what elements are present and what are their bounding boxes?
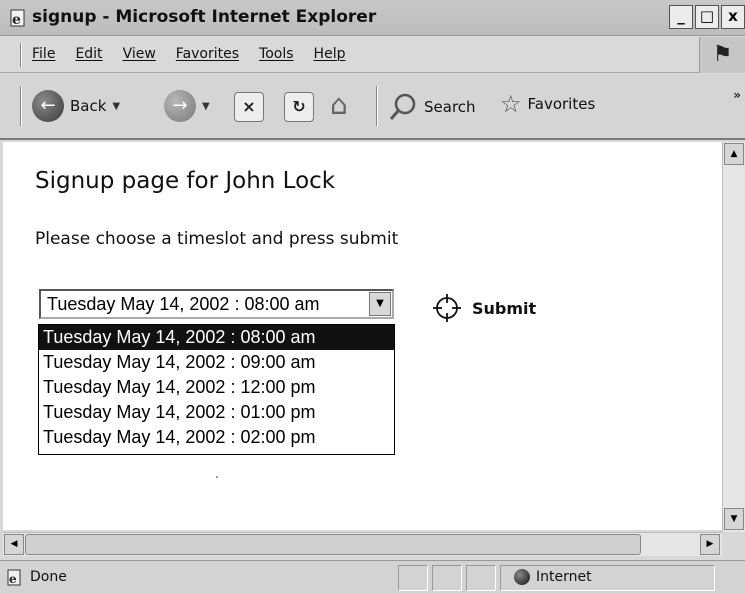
- timeslot-dropdown-list: Tuesday May 14, 2002 : 08:00 am Tuesday …: [38, 324, 395, 455]
- svg-text:e: e: [12, 12, 21, 28]
- toolbar: ← Back ▼ → ▼ × ↻ ⌂ Search ☆ Favorites »: [0, 74, 745, 140]
- page-content: Signup page for John Lock Please choose …: [3, 142, 722, 530]
- timeslot-selected-value: Tuesday May 14, 2002 : 08:00 am: [47, 294, 320, 314]
- status-text: Done: [30, 569, 67, 585]
- timeslot-select[interactable]: Tuesday May 14, 2002 : 08:00 am ▼: [39, 289, 394, 319]
- browser-window: e signup - Microsoft Internet Explorer _…: [0, 0, 745, 594]
- favorites-star-icon: ☆: [500, 90, 522, 118]
- close-button[interactable]: x: [721, 5, 745, 29]
- instructions-text: Please choose a timeslot and press submi…: [35, 229, 399, 249]
- menu-tools[interactable]: Tools: [259, 46, 294, 62]
- scroll-right-icon[interactable]: ▶: [700, 534, 720, 555]
- forward-arrow-icon: →: [164, 90, 196, 122]
- horizontal-scroll-thumb[interactable]: [25, 534, 641, 555]
- forward-dropdown-icon[interactable]: ▼: [202, 101, 210, 112]
- stray-dot: [216, 476, 218, 478]
- search-icon: [389, 93, 416, 120]
- crosshair-target-icon: [433, 294, 461, 322]
- menu-bar: File Edit View Favorites Tools Help ⚑: [0, 37, 745, 73]
- favorites-label: Favorites: [527, 95, 596, 113]
- internet-globe-icon: [514, 569, 530, 585]
- status-bar: e Done Internet: [0, 560, 745, 594]
- status-pane: [398, 565, 428, 591]
- refresh-icon: ↻: [284, 92, 314, 122]
- back-arrow-icon: ←: [32, 90, 64, 122]
- svg-text:e: e: [9, 572, 17, 586]
- menu-edit[interactable]: Edit: [75, 46, 102, 62]
- search-button[interactable]: Search: [388, 92, 476, 122]
- dropdown-arrow-icon[interactable]: ▼: [369, 292, 391, 316]
- window-title: signup - Microsoft Internet Explorer: [32, 7, 377, 27]
- submit-label: Submit: [472, 298, 537, 318]
- scroll-up-icon[interactable]: ▲: [724, 143, 744, 165]
- scroll-left-icon[interactable]: ◀: [4, 534, 24, 555]
- status-pane: [432, 565, 462, 591]
- menu-favorites[interactable]: Favorites: [176, 46, 239, 62]
- page-done-icon: e: [7, 569, 21, 586]
- vertical-scrollbar[interactable]: ▲ ▼: [722, 142, 745, 532]
- maximize-button[interactable]: □: [695, 5, 719, 29]
- toolbar-grip: [20, 86, 22, 126]
- refresh-button[interactable]: ↻: [284, 92, 314, 122]
- scroll-down-icon[interactable]: ▼: [724, 508, 744, 530]
- toolbar-overflow-icon[interactable]: »: [733, 88, 741, 102]
- timeslot-option[interactable]: Tuesday May 14, 2002 : 12:00 pm: [39, 375, 394, 400]
- home-button[interactable]: ⌂: [330, 88, 348, 121]
- minimize-button[interactable]: _: [669, 5, 693, 29]
- stop-icon: ×: [234, 92, 264, 122]
- horizontal-scrollbar[interactable]: ◀ ▶: [3, 532, 722, 556]
- timeslot-option[interactable]: Tuesday May 14, 2002 : 01:00 pm: [39, 400, 394, 425]
- toolbar-separator: [376, 86, 378, 126]
- menu-file[interactable]: File: [32, 46, 55, 62]
- home-icon: ⌂: [330, 88, 348, 121]
- stop-button[interactable]: ×: [234, 92, 264, 122]
- security-zone: Internet: [514, 569, 592, 585]
- title-bar: e signup - Microsoft Internet Explorer _…: [0, 0, 745, 36]
- windows-logo-icon: ⚑: [699, 37, 745, 73]
- window-controls: _ □ x: [669, 5, 745, 29]
- menu-view[interactable]: View: [123, 46, 156, 62]
- submit-button[interactable]: Submit: [431, 292, 536, 324]
- back-dropdown-icon[interactable]: ▼: [112, 101, 120, 112]
- page-title: Signup page for John Lock: [35, 168, 336, 194]
- ie-page-icon: e: [10, 9, 25, 28]
- menubar-grip: [20, 43, 22, 67]
- status-pane: [466, 565, 496, 591]
- back-label: Back: [70, 97, 107, 115]
- timeslot-option[interactable]: Tuesday May 14, 2002 : 02:00 pm: [39, 425, 394, 450]
- back-button[interactable]: ← Back ▼: [32, 90, 120, 122]
- forward-button[interactable]: → ▼: [164, 90, 210, 122]
- menu-help[interactable]: Help: [314, 46, 346, 62]
- zone-label: Internet: [536, 569, 592, 585]
- search-label: Search: [424, 98, 476, 116]
- favorites-button[interactable]: ☆ Favorites: [500, 90, 595, 118]
- timeslot-option[interactable]: Tuesday May 14, 2002 : 09:00 am: [39, 350, 394, 375]
- timeslot-option[interactable]: Tuesday May 14, 2002 : 08:00 am: [39, 325, 394, 350]
